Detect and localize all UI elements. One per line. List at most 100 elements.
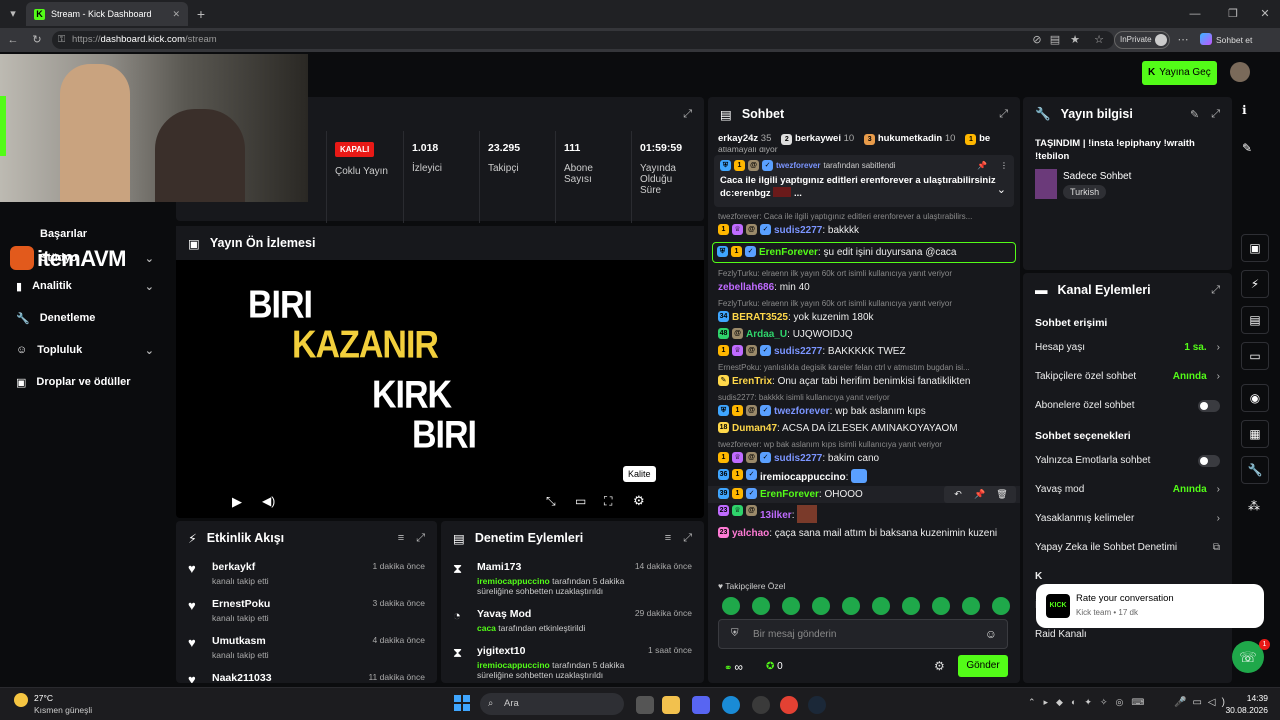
infinity-indicator[interactable]: ⚭ ∞ [724, 657, 743, 677]
rail-target-icon[interactable]: ◉ [1241, 384, 1269, 412]
expand-icon[interactable]: ⤢ [999, 108, 1008, 121]
back-icon[interactable]: ← [4, 31, 22, 49]
emote-icon[interactable] [872, 597, 890, 615]
file-explorer-icon[interactable] [662, 696, 680, 714]
filter-icon[interactable]: ≡ [665, 532, 671, 545]
more-menu-icon[interactable]: ⋯ [1174, 31, 1192, 49]
close-window-icon[interactable]: ✕ [1256, 5, 1274, 23]
expand-icon[interactable]: ⤢ [683, 108, 692, 121]
sidebar-item-moderation[interactable]: 🔧 Denetleme [0, 302, 170, 334]
pin-icon[interactable]: 📌 [977, 161, 987, 170]
sidebar-item-achievements[interactable]: Başarılar [0, 222, 170, 246]
emote-only-toggle[interactable] [1198, 454, 1220, 467]
emote-icon[interactable] [782, 597, 800, 615]
video-text-3: KIRK [372, 373, 452, 417]
reply-icon[interactable]: ↶ [948, 488, 968, 501]
uptime-stat: 01:59:59 Yayında Olduğu Süre [631, 131, 704, 223]
reload-icon[interactable]: ↻ [28, 31, 46, 49]
emote-icon[interactable] [722, 597, 740, 615]
emote-icon[interactable] [962, 597, 980, 615]
clock-time[interactable]: 14:39 [1228, 693, 1268, 703]
tracking-icon[interactable]: ⊘ [1028, 31, 1046, 49]
ai-moderation-row[interactable]: Yapay Zeka ile Sohbet Denetimi ⧉ [1023, 533, 1232, 562]
steam-icon[interactable] [808, 696, 826, 714]
slow-mode-row[interactable]: Yavaş mod Anında › [1023, 475, 1232, 504]
emoji-icon[interactable]: ☺ [985, 627, 997, 641]
system-tray-icons[interactable]: ⌃▸◆◐✦✧◎⌨ [1028, 697, 1152, 708]
browser-tab[interactable]: K Stream - Kick Dashboard ✕ [26, 2, 188, 26]
expand-icon[interactable]: ⤢ [416, 532, 425, 545]
info-icon[interactable]: ℹ [1242, 103, 1247, 117]
emote-icon[interactable] [842, 597, 860, 615]
toast-notification[interactable]: KICK Rate your conversation Kick team • … [1036, 584, 1264, 628]
site-info-icon[interactable]: ⚿ [58, 31, 65, 49]
discord-icon[interactable] [692, 696, 710, 714]
fullscreen-icon[interactable]: ⛶ [604, 494, 612, 509]
pip-icon[interactable]: ⤡ [546, 494, 556, 509]
sidebar-item-drops[interactable]: ▣ Droplar ve ödüller [0, 366, 170, 398]
pin-icon[interactable]: 📌 [970, 488, 990, 501]
favorite-star-icon[interactable]: ★ [1066, 31, 1084, 49]
emote-icon[interactable] [932, 597, 950, 615]
rail-bolt-icon[interactable]: ⚡ [1241, 270, 1269, 298]
edit-icon[interactable]: ✎ [1242, 141, 1252, 155]
pinned-message[interactable]: ⛨ 1 @ ✓ twezforever tarafından sabitlendi 📌… [714, 155, 1014, 207]
settings-gear-icon[interactable]: ⚙ [633, 493, 645, 509]
task-view-icon[interactable] [636, 696, 654, 714]
subscribers-only-toggle[interactable] [1198, 399, 1220, 412]
rail-wrench-icon[interactable]: 🔧 [1241, 456, 1269, 484]
more-options-icon[interactable]: ⋮ [1000, 161, 1008, 170]
list-item: ⧗ yigitext10 iremiocappuccino tarafından 5… [453, 645, 692, 680]
sidebar-item-analytics[interactable]: ▮ Analitik ⌄ [0, 270, 170, 302]
inprivate-badge[interactable]: InPrivate [1114, 31, 1170, 49]
clock-date[interactable]: 30.08.2026 [1222, 705, 1268, 715]
delete-icon[interactable]: 🗑 [992, 488, 1012, 501]
user-avatar[interactable] [1230, 62, 1250, 82]
edit-icon[interactable]: ✎ [1190, 108, 1199, 121]
emote-icon[interactable] [902, 597, 920, 615]
chat-input[interactable]: ⛨ Bir mesaj gönderin ☺ [718, 619, 1008, 649]
play-icon[interactable]: ▶ [232, 494, 242, 510]
rail-apps-icon[interactable]: ⁂ [1248, 499, 1260, 513]
windows-start-icon[interactable] [454, 695, 470, 711]
address-bar[interactable]: ⚿ https://dashboard.kick.com/stream [52, 31, 1114, 49]
close-tab-icon[interactable]: ✕ [172, 9, 180, 20]
emote-icon[interactable] [812, 597, 830, 615]
reply-context: twezforever: wp bak aslanım kıps isimli … [718, 440, 943, 449]
rail-chat-icon[interactable]: ▭ [1241, 342, 1269, 370]
taskbar-search[interactable]: ⌕ Ara [480, 693, 624, 715]
new-tab-icon[interactable]: + [192, 5, 210, 23]
obs-icon[interactable] [752, 696, 770, 714]
chevron-down-icon[interactable]: ⌄ [997, 183, 1006, 196]
account-age-row[interactable]: Hesap yaşı 1 sa. › [1023, 333, 1232, 362]
rail-video-icon[interactable]: ▣ [1241, 234, 1269, 262]
subscribers-only-row[interactable]: Abonelere özel sohbet [1023, 391, 1232, 420]
filter-icon[interactable]: ≡ [398, 532, 404, 545]
banned-words-row[interactable]: Yasaklanmış kelimeler › [1023, 504, 1232, 533]
expand-icon[interactable]: ⤢ [683, 532, 692, 545]
tab-actions-icon[interactable]: ▾ [4, 5, 22, 23]
volume-icon[interactable]: ◀) [262, 494, 275, 508]
rail-save-icon[interactable]: ▦ [1241, 420, 1269, 448]
edge-icon[interactable] [722, 696, 740, 714]
expand-icon[interactable]: ⤢ [1211, 284, 1220, 297]
chrome-icon[interactable] [780, 696, 798, 714]
rail-list-icon[interactable]: ▤ [1241, 306, 1269, 334]
go-live-button[interactable]: K Yayına Geç [1142, 61, 1217, 85]
maximize-icon[interactable]: ❐ [1224, 5, 1242, 23]
channel-points[interactable]: ✪ 0 [766, 657, 783, 677]
expand-icon[interactable]: ⤢ [1211, 108, 1220, 121]
chat-settings-gear-icon[interactable]: ⚙ [934, 659, 945, 673]
followers-only-row[interactable]: Takipçilere özel sohbet Anında › [1023, 362, 1232, 391]
theater-icon[interactable]: ▭ [575, 494, 586, 508]
emote-icon[interactable] [752, 597, 770, 615]
copilot-button[interactable]: Sohbet et [1200, 31, 1252, 49]
kick-favicon-icon: K [34, 8, 45, 20]
favorites-icon[interactable]: ☆ [1090, 31, 1108, 49]
reader-icon[interactable]: ▤ [1046, 31, 1064, 49]
emote-only-row[interactable]: Yalnızca Emotlarla sohbet [1023, 446, 1232, 475]
sidebar-item-community[interactable]: ☺ Topluluk ⌄ [0, 334, 170, 366]
minimize-icon[interactable]: — [1186, 5, 1204, 23]
send-button[interactable]: Gönder [958, 655, 1008, 677]
emote-icon[interactable] [992, 597, 1010, 615]
